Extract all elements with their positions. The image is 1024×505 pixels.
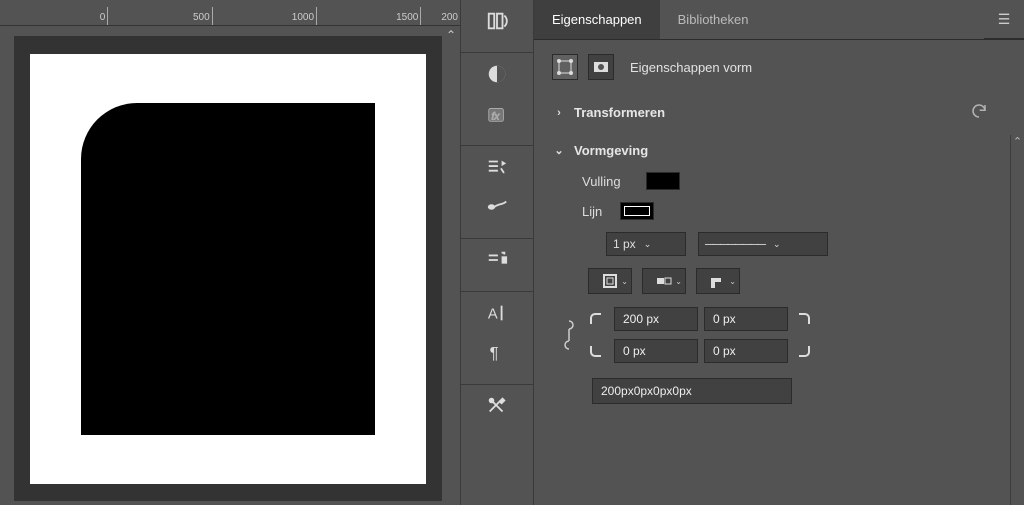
stroke-swatch[interactable] [620, 202, 654, 220]
fill-label: Vulling [582, 174, 642, 189]
stroke-caps-dropdown[interactable]: ⌄ [642, 268, 686, 294]
panel-tab-bar: Eigenschappen Bibliotheken ☰ [534, 0, 1024, 40]
corner-br-input[interactable]: 0 px [704, 339, 788, 363]
panel-title: Eigenschappen vorm [630, 60, 752, 75]
ruler-tick: 500 [193, 12, 210, 23]
history-panel-icon[interactable] [482, 8, 512, 34]
stroke-width-value: 1 px [613, 237, 636, 251]
chevron-down-icon: ⌄ [552, 144, 566, 157]
corner-bl-icon [586, 341, 606, 361]
ruler-tick: 1500 [396, 12, 418, 23]
canvas-viewport[interactable] [14, 36, 442, 501]
svg-text:¶: ¶ [490, 345, 499, 363]
stroke-style-dropdown[interactable]: ──────── ⌄ [698, 232, 828, 256]
stroke-align-dropdown[interactable]: ⌄ [588, 268, 632, 294]
corner-br-icon [794, 341, 814, 361]
adjustments-panel-icon[interactable] [482, 61, 512, 87]
section-appearance-title: Vormgeving [574, 143, 648, 158]
ruler-tick: 200 [441, 12, 458, 23]
chevron-down-icon: ⌄ [675, 277, 682, 286]
brush-settings-panel-icon[interactable] [482, 154, 512, 180]
panel-scrollbar[interactable]: ⌃ [1010, 135, 1024, 505]
panel-menu-icon[interactable]: ☰ [984, 0, 1024, 39]
section-transform-title: Transformeren [574, 105, 665, 120]
corner-tr-input[interactable]: 0 px [704, 307, 788, 331]
corner-tl-input[interactable]: 200 px [614, 307, 698, 331]
tool-presets-panel-icon[interactable] [482, 393, 512, 419]
brushes-panel-icon[interactable] [482, 194, 512, 220]
section-transform-header[interactable]: › Transformeren [552, 96, 1016, 129]
properties-panel: Eigenschappen Bibliotheken ☰ Eigenschapp… [534, 0, 1024, 505]
tab-libraries[interactable]: Bibliotheken [660, 0, 767, 39]
ruler-tick: 1000 [292, 12, 314, 23]
panel-toolbar: fx A ¶ [460, 0, 534, 505]
character-panel-icon[interactable]: A [482, 300, 512, 326]
rounded-rectangle-shape[interactable] [81, 103, 375, 435]
mask-mode-button[interactable] [588, 54, 614, 80]
paragraph-panel-icon[interactable]: ¶ [482, 340, 512, 366]
svg-text:fx: fx [492, 112, 501, 123]
stroke-label: Lijn [582, 204, 616, 219]
chevron-down-icon: ⌄ [729, 277, 736, 286]
stroke-style-value: ──────── [705, 237, 765, 251]
scroll-up-icon[interactable]: ⌃ [1011, 135, 1024, 149]
chevron-down-icon: ⌄ [621, 277, 628, 286]
section-appearance-header[interactable]: ⌄ Vormgeving [552, 137, 1016, 164]
link-corners-icon[interactable] [562, 317, 576, 353]
tab-properties[interactable]: Eigenschappen [534, 0, 660, 39]
stroke-corners-dropdown[interactable]: ⌄ [696, 268, 740, 294]
chevron-down-icon: ⌄ [773, 239, 781, 250]
fill-swatch[interactable] [646, 172, 680, 190]
clone-source-panel-icon[interactable] [482, 247, 512, 273]
shape-mode-button[interactable] [552, 54, 578, 80]
corner-bl-input[interactable]: 0 px [614, 339, 698, 363]
ruler-tick: 0 [100, 12, 106, 23]
svg-text:A: A [488, 307, 498, 323]
ruler-horizontal: 0 500 1000 1500 200 [0, 0, 460, 26]
corner-summary-input[interactable]: 200px0px0px0px [592, 378, 792, 404]
canvas-area: 0 500 1000 1500 200 ⌃ [0, 0, 460, 505]
styles-panel-icon[interactable]: fx [482, 101, 512, 127]
corner-tl-icon [586, 309, 606, 329]
reset-transform-icon[interactable] [970, 102, 988, 123]
chevron-right-icon: › [552, 107, 566, 119]
artboard [30, 54, 426, 484]
stroke-width-dropdown[interactable]: 1 px ⌄ [606, 232, 686, 256]
chevron-down-icon: ⌄ [644, 239, 652, 250]
canvas-scroll-up-button[interactable]: ⌃ [444, 28, 458, 42]
corner-tr-icon [794, 309, 814, 329]
